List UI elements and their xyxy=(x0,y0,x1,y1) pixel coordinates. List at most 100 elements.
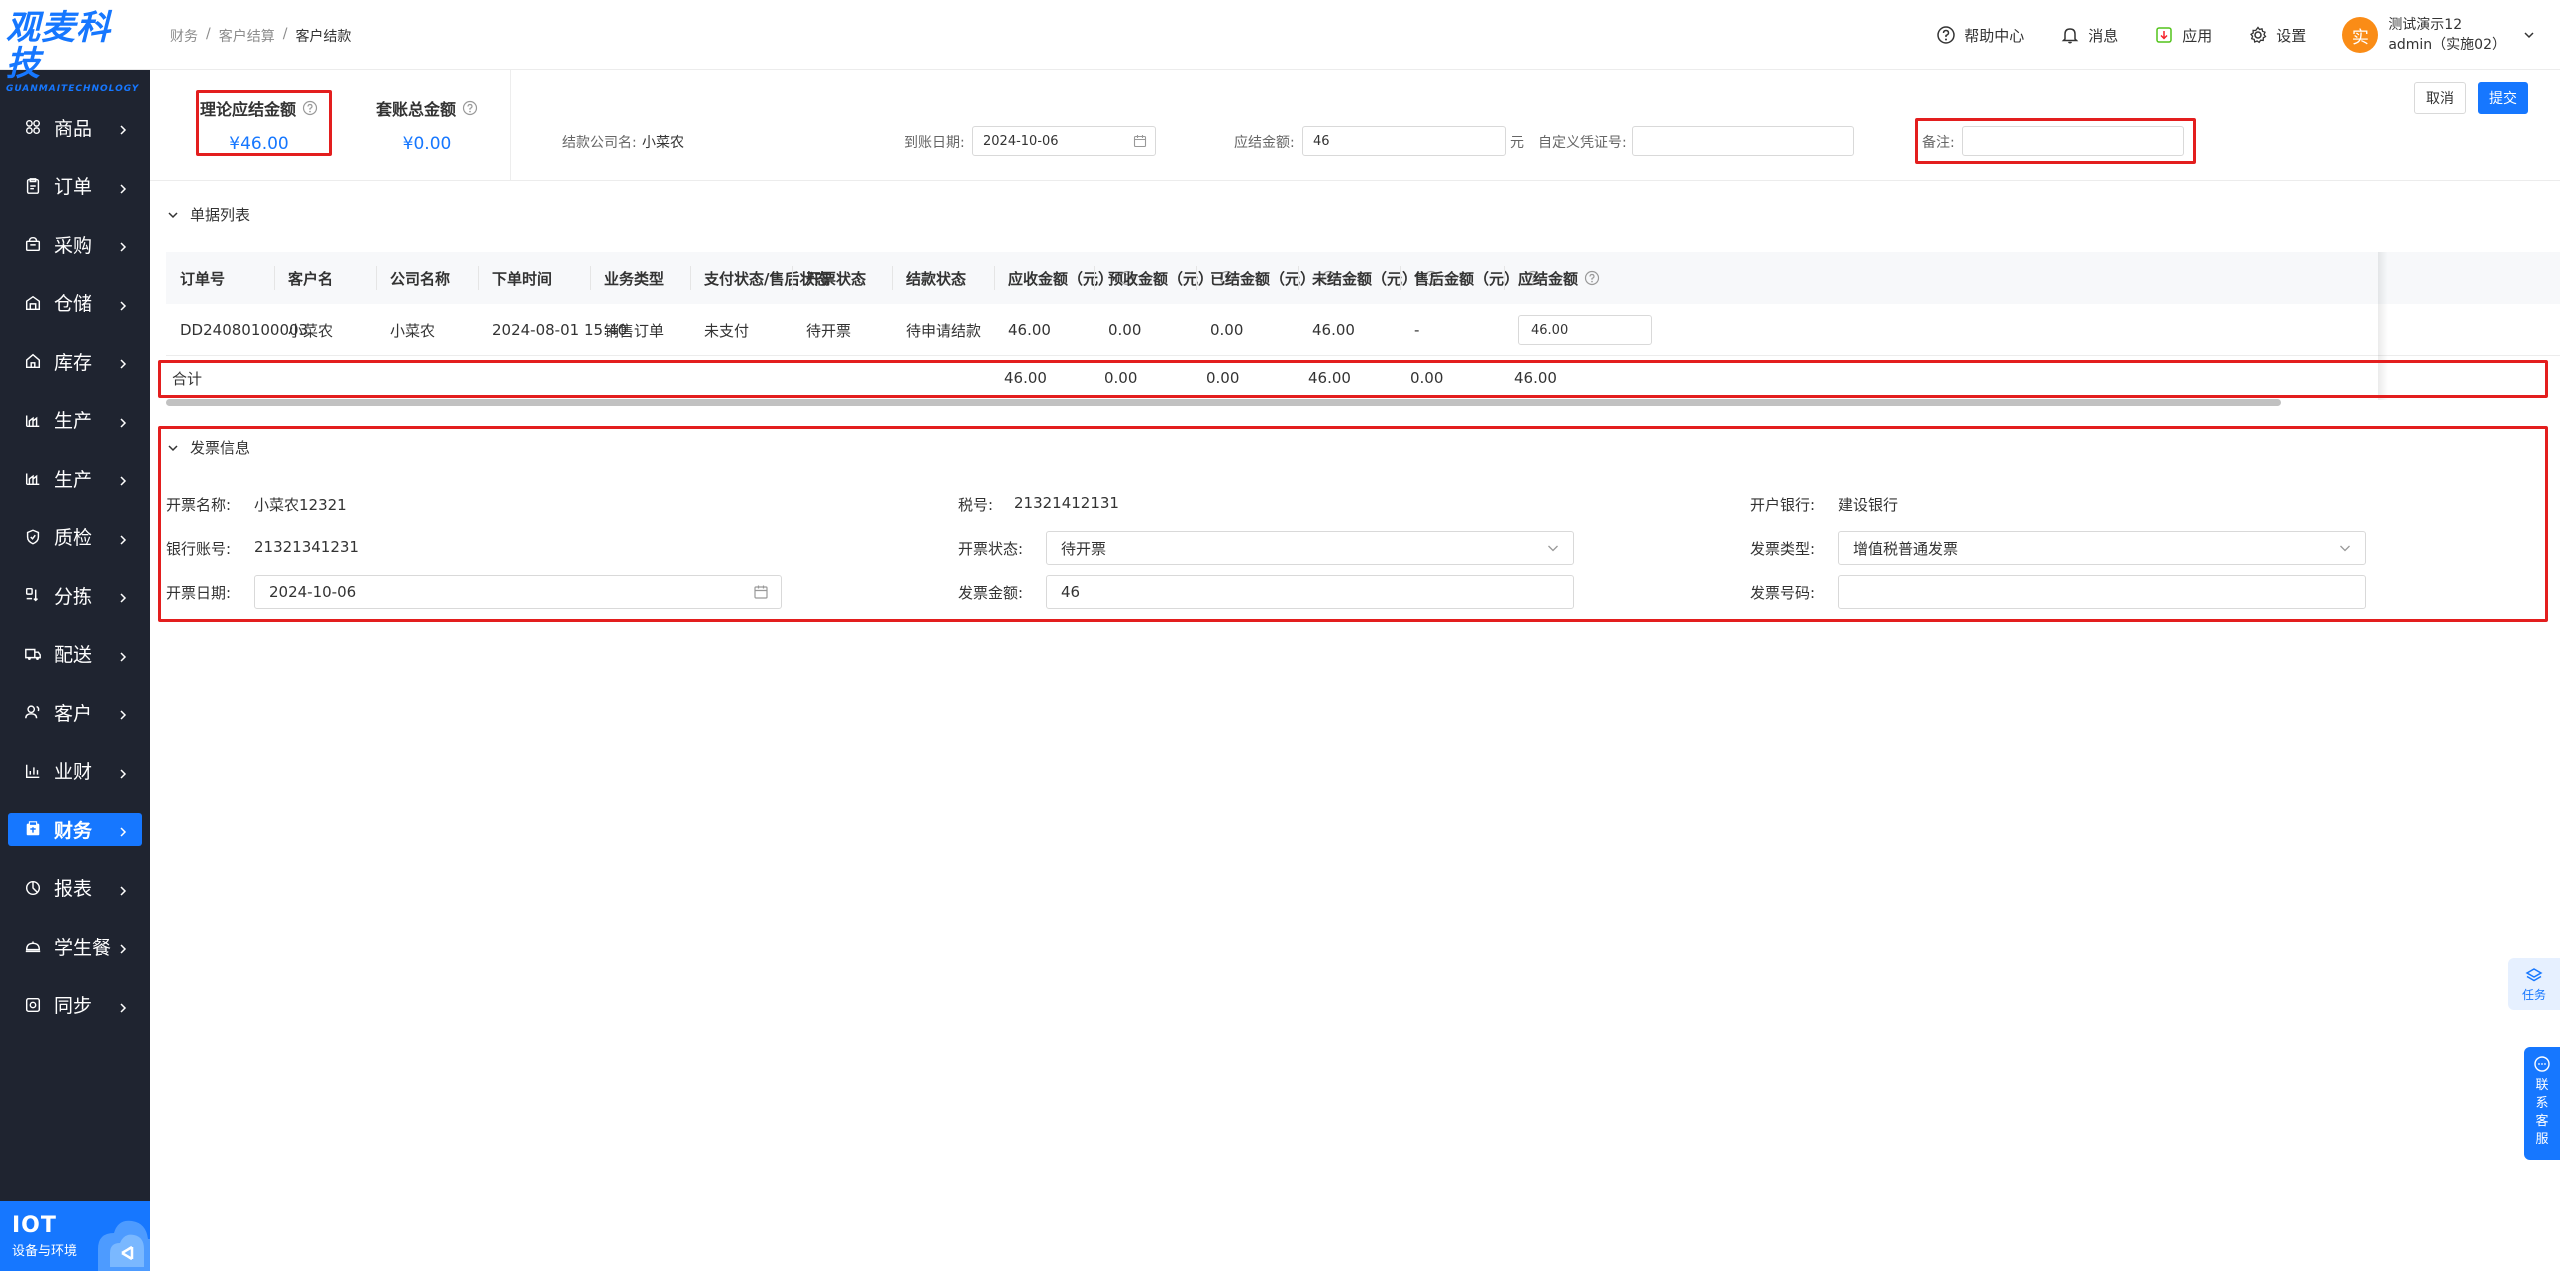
sidebar-item-8[interactable]: 分拣 xyxy=(0,566,150,625)
table-header: 订单号 客户名 公司名称 下单时间 业务类型 支付状态/售后状态 开票状态 结款状态 应收金额（… xyxy=(166,252,2560,304)
chevron-right-icon xyxy=(116,588,130,603)
sidebar-item-label: 生产 xyxy=(54,468,93,491)
bank-account-value: 21321341231 xyxy=(254,538,359,556)
warehouse-icon xyxy=(22,292,44,314)
sidebar-item-14[interactable]: 学生餐 xyxy=(0,917,150,976)
column-header-label: 订单号 xyxy=(180,269,226,288)
sidebar-item-label: 库存 xyxy=(54,351,93,374)
messages-link[interactable]: 消息 xyxy=(2060,25,2118,46)
company-label: 结款公司名: xyxy=(562,135,637,151)
voucher-input[interactable] xyxy=(1632,126,1854,156)
due-amount-input[interactable]: 46.00 xyxy=(1518,315,1652,345)
apps-link[interactable]: 应用 xyxy=(2154,25,2212,46)
sidebar-item-label: 商品 xyxy=(54,117,93,140)
settings-label: 设置 xyxy=(2276,26,2307,45)
sidebar-item-7[interactable]: 质检 xyxy=(0,508,150,567)
column-header-label: 结款状态 xyxy=(906,269,967,288)
sidebar-item-10[interactable]: 客户 xyxy=(0,683,150,742)
invoice-type-select[interactable]: 增值税普通发票 xyxy=(1838,531,2366,565)
remark-input[interactable] xyxy=(1962,126,2184,156)
contact-char: 服 xyxy=(2535,1132,2549,1147)
amount-input[interactable]: 46 xyxy=(1302,126,1506,156)
chevron-right-icon xyxy=(116,471,130,486)
iot-entry[interactable]: IOT 设备与环境 xyxy=(0,1201,150,1271)
sidebar-item-5[interactable]: 生产 xyxy=(0,391,150,450)
sidebar-item-label: 财务 xyxy=(54,819,93,842)
arrival-date-picker[interactable]: 2024-10-06 xyxy=(972,126,1156,156)
sidebar-item-2[interactable]: 采购 xyxy=(0,215,150,274)
brand-logo[interactable]: 观麦科技 GUANMAITECHNOLOGY xyxy=(0,0,150,94)
sidebar-item-4[interactable]: 库存 xyxy=(0,332,150,391)
chevron-right-icon xyxy=(116,179,130,194)
sidebar-item-15[interactable]: 同步 xyxy=(0,976,150,1035)
remark-label: 备注: xyxy=(1922,135,1955,151)
invoice-date-label: 开票日期: xyxy=(166,584,232,602)
sync-icon xyxy=(22,994,44,1016)
breadcrumb-item-customer-settlement[interactable]: 客户结算 xyxy=(219,26,275,46)
avatar: 实 xyxy=(2342,17,2379,53)
chevron-right-icon xyxy=(116,354,130,369)
submit-button[interactable]: 提交 xyxy=(2478,82,2528,114)
sidebar-item-0[interactable]: 商品 xyxy=(0,98,150,157)
table-cell: 销售订单 xyxy=(604,321,665,340)
column-header-label: 业务类型 xyxy=(604,269,665,288)
invoice-date-picker[interactable]: 2024-10-06 xyxy=(254,575,782,609)
chevron-right-icon xyxy=(116,705,130,720)
sidebar-item-13[interactable]: 报表 xyxy=(0,859,150,918)
column-header-3: 下单时间 xyxy=(478,252,552,304)
sidebar-item-6[interactable]: 生产 xyxy=(0,449,150,508)
breadcrumb-item-finance[interactable]: 财务 xyxy=(170,26,198,46)
calendar-icon xyxy=(1133,135,1147,148)
top-header: 财务 / 客户结算 / 客户结款 帮助中心 消息 应用 设置 实 测试演示12 … xyxy=(150,0,2560,70)
column-divider xyxy=(1094,266,1095,290)
column-header-7: 结款状态 xyxy=(892,252,966,304)
sidebar-item-11[interactable]: 业财 xyxy=(0,742,150,801)
settings-link[interactable]: 设置 xyxy=(2248,25,2306,46)
sidebar-item-9[interactable]: 配送 xyxy=(0,625,150,684)
sidebar-item-3[interactable]: 仓储 xyxy=(0,274,150,333)
table-cell: 0.00 xyxy=(1108,321,1142,339)
sidebar-item-label: 配送 xyxy=(54,644,93,667)
sidebar-item-label: 质检 xyxy=(54,527,93,550)
chevron-right-icon xyxy=(116,120,130,135)
divider xyxy=(510,70,511,180)
doc-section-header[interactable]: 单据列表 xyxy=(166,204,250,225)
question-circle-icon[interactable] xyxy=(462,100,478,116)
table-row: DD24080100003 小菜农 小菜农 2024-08-01 15:40 销售订单未… xyxy=(166,304,2560,356)
invoice-status-select[interactable]: 待开票 xyxy=(1046,531,1574,565)
column-header-2: 公司名称 xyxy=(376,252,450,304)
invoice-section-title: 发票信息 xyxy=(190,439,251,457)
task-float-button[interactable]: 任务 xyxy=(2508,958,2560,1010)
sidebar-item-1[interactable]: 订单 xyxy=(0,157,150,216)
table-horizontal-scrollbar[interactable] xyxy=(166,399,2281,406)
column-header-13: 应结金额 xyxy=(1504,252,1600,304)
total-amount-card: 套账总金额 ¥0.00 xyxy=(372,96,482,154)
messages-label: 消息 xyxy=(2088,26,2119,45)
chevron-right-icon xyxy=(116,764,130,779)
invoice-number-input[interactable] xyxy=(1838,575,2366,609)
inventory-icon xyxy=(22,350,44,372)
contact-service-button[interactable]: 联 系 客 服 xyxy=(2524,1047,2560,1160)
column-divider xyxy=(590,266,591,290)
invoice-section-header[interactable]: 发票信息 xyxy=(166,437,250,458)
column-divider xyxy=(1504,266,1505,290)
question-circle-icon[interactable] xyxy=(1584,270,1600,286)
column-header-label: 客户名 xyxy=(288,269,334,288)
table-cell: 小菜农 xyxy=(288,321,334,340)
help-center-link[interactable]: 帮助中心 xyxy=(1936,25,2024,46)
invoice-amount-input[interactable]: 46 xyxy=(1046,575,1574,609)
sidebar-item-12[interactable]: 财务 xyxy=(0,800,150,859)
production-icon xyxy=(22,409,44,431)
breadcrumb-separator: / xyxy=(206,26,211,42)
arrival-date-value: 2024-10-06 xyxy=(983,133,1059,149)
divider xyxy=(150,180,2560,181)
amount-label: 应结金额: xyxy=(1234,135,1295,151)
sidebar-menu: 商品 订单 采购 仓储 库存 生产 生产 质检 分拣 配送 客户 业财 财务 报表 学生餐 同步 xyxy=(0,70,150,1034)
user-menu[interactable]: 实 测试演示12 admin（实施02） xyxy=(2342,15,2536,55)
column-divider xyxy=(690,266,691,290)
total-amount-value: ¥0.00 xyxy=(402,134,452,154)
calendar-icon xyxy=(754,585,768,599)
chevron-right-icon xyxy=(116,237,130,252)
cancel-button[interactable]: 取消 xyxy=(2414,82,2466,114)
invoice-amount-value: 46 xyxy=(1061,583,1081,601)
